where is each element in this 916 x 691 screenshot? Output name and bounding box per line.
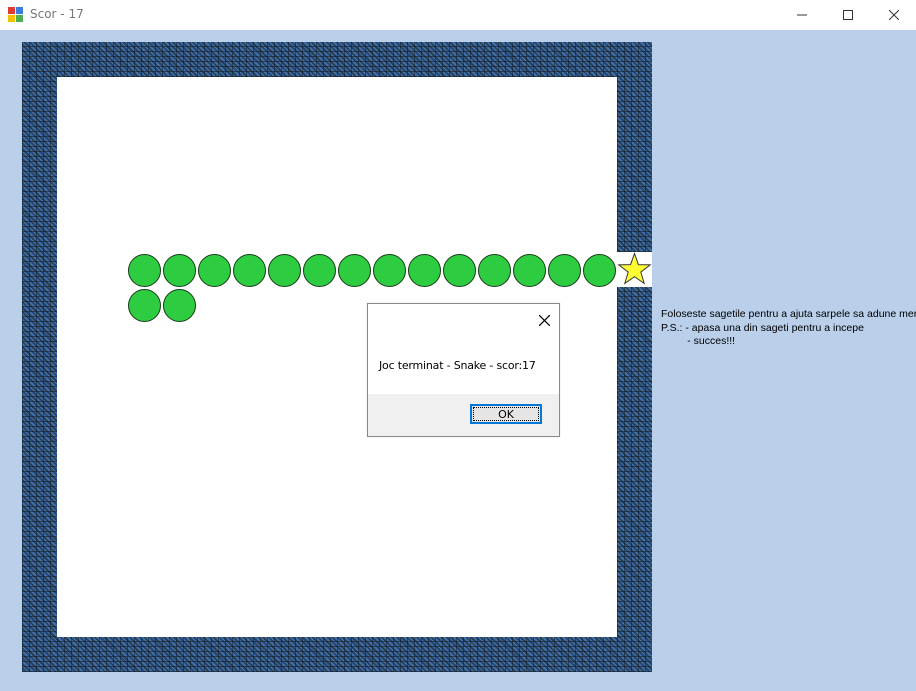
dialog-message: Joc terminat - Snake - scor:17 [379, 359, 536, 372]
maximize-button[interactable] [825, 0, 871, 30]
message-dialog: Joc terminat - Snake - scor:17 OK [367, 303, 560, 437]
snake-segment [163, 289, 196, 322]
snake-segment [198, 254, 231, 287]
window-titlebar[interactable]: Scor - 17 [0, 0, 916, 30]
maximize-icon [843, 10, 853, 20]
app-icon [8, 7, 24, 23]
minimize-icon [797, 14, 807, 16]
snake-segment [373, 254, 406, 287]
snake-segment [478, 254, 511, 287]
snake-segment [338, 254, 371, 287]
snake-segment [583, 254, 616, 287]
snake-segment [233, 254, 266, 287]
instructions-text: Foloseste sagetile pentru a ajuta sarpel… [661, 308, 916, 347]
close-icon [538, 314, 550, 326]
dialog-footer: OK [368, 394, 559, 436]
snake-segment [513, 254, 546, 287]
snake-segment [303, 254, 336, 287]
snake-segment [443, 254, 476, 287]
window-title: Scor - 17 [30, 7, 84, 21]
ok-button[interactable]: OK [470, 404, 542, 424]
snake-segment [163, 254, 196, 287]
snake-segment [408, 254, 441, 287]
minimize-button[interactable] [779, 0, 825, 30]
snake-segment [548, 254, 581, 287]
close-icon [889, 10, 899, 20]
snake-segment [128, 289, 161, 322]
snake-segment [268, 254, 301, 287]
star-icon [617, 252, 652, 285]
snake-segment [128, 254, 161, 287]
close-button[interactable] [871, 0, 916, 30]
dialog-close-button[interactable] [534, 310, 554, 330]
